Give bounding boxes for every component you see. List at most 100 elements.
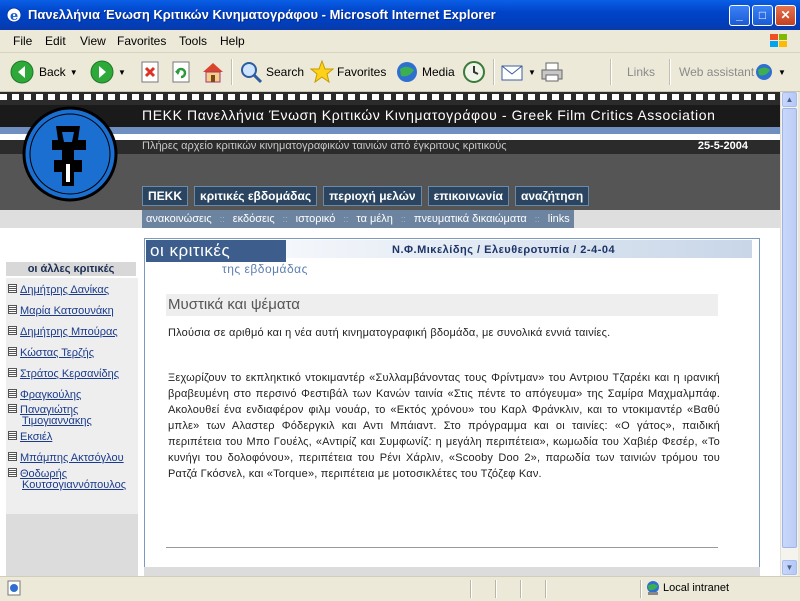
status-separator xyxy=(470,580,472,598)
critic-name[interactable]: Θοδωρής Κουτσογιαννόπουλος xyxy=(20,468,126,491)
nav-search[interactable]: αναζήτηση xyxy=(514,186,590,206)
critic-link[interactable]: Εκσιέλ xyxy=(8,431,136,443)
menu-edit[interactable]: Edit xyxy=(45,34,66,48)
menu-file[interactable]: File xyxy=(13,34,32,48)
printer-icon xyxy=(541,62,563,82)
mail-button[interactable]: ▼ xyxy=(500,59,536,85)
stop-button[interactable] xyxy=(140,59,160,85)
back-label: Back xyxy=(39,65,66,79)
title-bar: e Πανελλήνια Ένωση Κριτικών Κινηματογράφ… xyxy=(0,0,800,30)
critic-link[interactable]: Φραγκούλης xyxy=(8,389,136,401)
critic-name[interactable]: Εκσιέλ xyxy=(20,431,52,443)
subnav-separator: :: xyxy=(343,214,349,224)
critic-link[interactable]: Στράτος Κερσανίδης xyxy=(8,368,136,380)
scroll-down-button[interactable]: ▼ xyxy=(782,560,797,575)
critic-link[interactable]: Μαρία Κατσουνάκη xyxy=(8,305,136,317)
subnav-members[interactable]: τα μέλη xyxy=(356,213,392,225)
critic-name[interactable]: Μπάμπης Ακτσόγλου xyxy=(20,452,124,464)
critic-name[interactable]: Στράτος Κερσανίδης xyxy=(20,368,119,380)
mail-dropdown-icon[interactable]: ▼ xyxy=(528,68,536,77)
home-button[interactable] xyxy=(201,59,225,85)
status-separator xyxy=(520,580,522,598)
critic-name[interactable]: Δημήτρης Μπούρας xyxy=(20,326,118,338)
divider xyxy=(166,547,718,548)
sidebar-footer xyxy=(6,514,138,576)
critic-link[interactable]: Μπάμπης Ακτσόγλου xyxy=(8,452,136,464)
nav-contact[interactable]: επικοινωνία xyxy=(427,186,509,206)
subnav-separator: :: xyxy=(534,214,540,224)
critic-link[interactable]: Θοδωρής Κουτσογιαννόπουλος xyxy=(8,468,150,491)
subnav-history[interactable]: ιστορικό xyxy=(296,213,336,225)
forward-arrow-icon xyxy=(90,60,114,84)
menu-tools[interactable]: Tools xyxy=(179,34,207,48)
status-zone: Local intranet xyxy=(663,582,730,594)
home-icon xyxy=(203,63,223,83)
media-button[interactable]: Media xyxy=(395,59,455,85)
scroll-thumb[interactable] xyxy=(782,108,797,548)
status-separator xyxy=(495,580,497,598)
bullet-icon xyxy=(8,431,17,440)
vertical-scrollbar[interactable]: ▲ ▼ xyxy=(780,92,798,576)
critic-link[interactable]: Δημήτρης Μπούρας xyxy=(8,326,136,338)
scroll-up-button[interactable]: ▲ xyxy=(782,92,797,107)
bullet-icon xyxy=(8,452,17,461)
forward-dropdown-icon[interactable]: ▼ xyxy=(118,68,126,77)
nav-members-area[interactable]: περιοχή μελών xyxy=(323,186,422,206)
web-assistant-dropdown-icon[interactable]: ▼ xyxy=(778,68,786,77)
panel-title: οι κριτικές xyxy=(150,241,231,260)
stop-icon xyxy=(141,61,159,83)
back-dropdown-icon[interactable]: ▼ xyxy=(70,68,78,77)
review-byline: Ν.Φ.Μικελίδης / Ελευθεροτυπία / 2-4-04 xyxy=(392,244,616,256)
critic-link[interactable]: Παναγιώτης Τιμογιαννάκης xyxy=(8,404,150,427)
print-button[interactable] xyxy=(540,59,564,85)
refresh-button[interactable] xyxy=(171,59,191,85)
favorites-button[interactable]: Favorites xyxy=(310,59,386,85)
svg-text:e: e xyxy=(10,9,18,23)
status-bar: Local intranet xyxy=(0,576,800,601)
maximize-button[interactable]: □ xyxy=(752,5,773,26)
subnav-links[interactable]: links xyxy=(548,213,570,225)
bullet-icon xyxy=(8,468,17,477)
nav-pekk[interactable]: ΠΕΚΚ xyxy=(142,186,189,206)
sidebar-critics-list: Δημήτρης Δανίκας Μαρία Κατσουνάκη Δημήτρ… xyxy=(6,278,138,514)
web-assistant-button[interactable]: ▼ xyxy=(754,59,786,85)
links-label[interactable]: Links xyxy=(627,59,655,85)
bullet-icon xyxy=(8,305,17,314)
window-title: Πανελλήνια Ένωση Κριτικών Κινηματογράφου… xyxy=(28,7,496,22)
minimize-button[interactable]: _ xyxy=(729,5,750,26)
media-label: Media xyxy=(422,65,455,79)
critic-name[interactable]: Μαρία Κατσουνάκη xyxy=(20,305,114,317)
globe-icon xyxy=(756,64,772,80)
bullet-icon xyxy=(8,368,17,377)
article-title: Μυστικά και ψέματα xyxy=(168,296,300,313)
forward-button[interactable]: ▼ xyxy=(90,59,126,85)
web-assistant-label[interactable]: Web assistant xyxy=(679,59,754,85)
history-button[interactable] xyxy=(462,59,486,85)
critic-name[interactable]: Κώστας Τερζής xyxy=(20,347,94,359)
critic-name[interactable]: Παναγιώτης Τιμογιαννάκης xyxy=(20,404,92,427)
subnav-announcements[interactable]: ανακοινώσεις xyxy=(146,213,212,225)
bullet-icon xyxy=(8,347,17,356)
bullet-icon xyxy=(8,389,17,398)
pekk-logo-icon[interactable] xyxy=(22,106,118,202)
back-button[interactable]: Back ▼ xyxy=(10,59,78,85)
menu-view[interactable]: View xyxy=(80,34,106,48)
page-icon xyxy=(7,580,21,596)
critic-name[interactable]: Δημήτρης Δανίκας xyxy=(20,284,109,296)
nav-weekly-reviews[interactable]: κριτικές εβδομάδας xyxy=(194,186,318,206)
bullet-icon xyxy=(8,404,17,413)
subnav-publications[interactable]: εκδόσεις xyxy=(233,213,275,225)
critic-link[interactable]: Κώστας Τερζής xyxy=(8,347,136,359)
menu-favorites[interactable]: Favorites xyxy=(117,34,166,48)
status-separator xyxy=(640,580,642,598)
menu-help[interactable]: Help xyxy=(220,34,245,48)
critic-name[interactable]: Φραγκούλης xyxy=(20,389,81,401)
subnav-copyright[interactable]: πνευματικά δικαιώματα xyxy=(414,213,527,225)
close-button[interactable]: ✕ xyxy=(775,5,796,26)
film-perforation-top xyxy=(0,94,780,100)
search-button[interactable]: Search xyxy=(239,59,304,85)
critic-link[interactable]: Δημήτρης Δανίκας xyxy=(8,284,136,296)
bullet-icon xyxy=(8,284,17,293)
subnav-separator: :: xyxy=(282,214,288,224)
star-icon xyxy=(310,60,334,84)
